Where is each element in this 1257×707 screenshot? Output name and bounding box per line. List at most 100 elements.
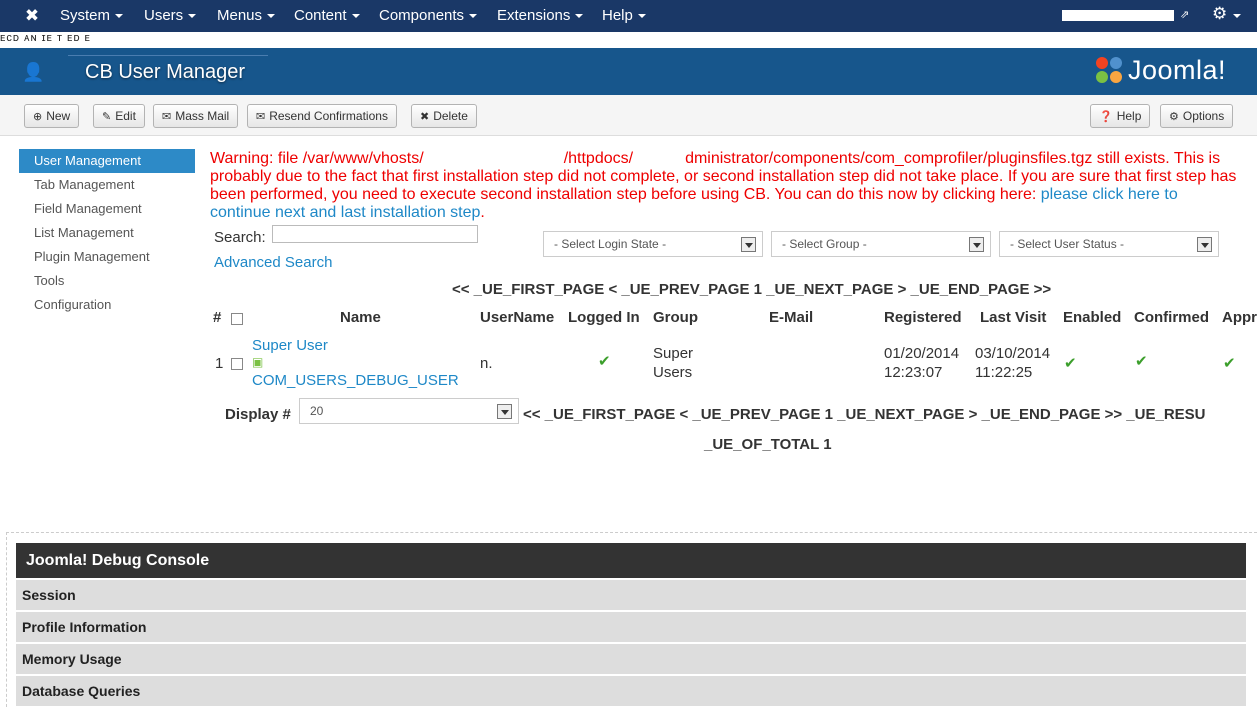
edit-button-label: Edit [115, 109, 136, 123]
column-header-group[interactable]: Group [653, 309, 698, 326]
total-count: _UE_OF_TOTAL 1 [704, 436, 832, 453]
debug-section-session[interactable]: Session [16, 580, 1246, 610]
joomla-logo-icon[interactable]: ✖ [22, 6, 42, 26]
status-subbar: ᴇᴄᴅ ᴀɴ ɪᴇ ᴛ ᴇᴅ ᴇ [0, 32, 1257, 48]
column-header-registered[interactable]: Registered [884, 309, 962, 326]
login-state-select[interactable]: - Select Login State - [543, 231, 763, 257]
chevron-down-icon [1233, 14, 1241, 18]
user-status-select[interactable]: - Select User Status - [999, 231, 1219, 257]
registered-time: 12:23:07 [884, 364, 943, 381]
column-header-email[interactable]: E-Mail [769, 309, 813, 326]
column-header-name[interactable]: Name [340, 309, 381, 326]
debug-section-memory[interactable]: Memory Usage [16, 644, 1246, 674]
column-header-last-visit[interactable]: Last Visit [980, 309, 1046, 326]
debug-user-link[interactable]: COM_USERS_DEBUG_USER [252, 371, 459, 390]
warning-message: Warning: file /var/www/vhosts/ /httpdocs/… [210, 150, 1240, 222]
options-label: Options [1182, 109, 1225, 123]
group-value-line2: Users [653, 364, 693, 381]
column-header-enabled[interactable]: Enabled [1063, 309, 1121, 326]
approved-check-icon[interactable]: ✔ [1223, 354, 1236, 372]
chevron-down-icon [1197, 237, 1212, 252]
search-input[interactable] [272, 225, 478, 243]
display-count-select[interactable]: 20 [299, 398, 519, 424]
select-all-checkbox[interactable] [231, 313, 243, 325]
column-header-username[interactable]: UserName [480, 309, 554, 326]
sidebar-item-tools[interactable]: Tools [19, 269, 195, 293]
sidebar-item-list-management[interactable]: List Management [19, 221, 195, 245]
debug-console-title: Joomla! Debug Console [16, 543, 1246, 578]
page-header: 👤 CB User Manager Joomla! [0, 48, 1257, 95]
joomla-mark-icon [1094, 55, 1124, 85]
mass-mail-button[interactable]: ✉ Mass Mail [153, 104, 239, 128]
logged-in-check-icon: ✔ [598, 353, 611, 370]
debug-section-profile[interactable]: Profile Information [16, 612, 1246, 642]
sidebar-item-tab-management[interactable]: Tab Management [19, 173, 195, 197]
row-checkbox[interactable] [231, 358, 243, 370]
last-visit-date: 03/10/2014 [975, 345, 1051, 362]
help-button[interactable]: ❓ Help [1090, 104, 1151, 128]
debug-section-queries[interactable]: Database Queries [16, 676, 1246, 706]
close-icon: ✖ [420, 111, 430, 123]
user-icon: 👤 [22, 62, 45, 82]
mass-mail-label: Mass Mail [175, 109, 230, 123]
menu-menus[interactable]: Menus [217, 0, 276, 32]
edit-button[interactable]: ✎ Edit [93, 104, 145, 128]
row-number: 1 [215, 355, 224, 372]
delete-label: Delete [433, 109, 468, 123]
confirmed-check-icon[interactable]: ✔ [1135, 352, 1148, 370]
menu-content[interactable]: Content [294, 0, 360, 32]
menu-extensions[interactable]: Extensions [497, 0, 584, 32]
top-navbar: ✖ System Users Menus Content Components … [0, 0, 1257, 32]
chevron-down-icon [969, 237, 984, 252]
joomla-brand: Joomla! [1094, 53, 1226, 87]
debug-user-icon[interactable]: ▣ [252, 353, 263, 372]
question-icon: ❓ [1099, 111, 1113, 123]
sidebar-item-configuration[interactable]: Configuration [19, 293, 195, 317]
menu-users[interactable]: Users [144, 0, 197, 32]
menu-components-label: Components [379, 7, 465, 24]
menu-content-label: Content [294, 7, 347, 24]
sidebar: User Management Tab Management Field Man… [19, 149, 195, 317]
menu-help-label: Help [602, 7, 633, 24]
column-header-logged-in[interactable]: Logged In [568, 309, 640, 326]
envelope-icon: ✉ [256, 111, 266, 123]
gear-icon: ⚙ [1169, 111, 1179, 123]
new-button[interactable]: ⊕ New [24, 104, 80, 128]
menu-system[interactable]: System [60, 0, 124, 32]
resend-confirmations-button[interactable]: ✉ Resend Confirmations [247, 104, 397, 128]
page-title: CB User Manager [85, 61, 246, 83]
edit-icon: ✎ [102, 111, 112, 123]
options-button[interactable]: ⚙ Options [1160, 104, 1234, 128]
delete-button[interactable]: ✖ Delete [411, 104, 477, 128]
display-count-value: 20 [310, 404, 324, 418]
login-state-value: - Select Login State - [554, 237, 667, 251]
menu-help[interactable]: Help [602, 0, 646, 32]
site-name-redacted[interactable] [1062, 10, 1174, 21]
column-header-approved[interactable]: Appr [1222, 309, 1257, 326]
new-button-label: New [46, 109, 71, 123]
warning-text-end: . [480, 204, 485, 221]
help-label: Help [1116, 109, 1142, 123]
external-link-icon[interactable]: ⇗ [1180, 8, 1189, 21]
chevron-down-icon [741, 237, 756, 252]
sidebar-item-field-management[interactable]: Field Management [19, 197, 195, 221]
sidebar-item-plugin-management[interactable]: Plugin Management [19, 245, 195, 269]
sidebar-item-user-management[interactable]: User Management [19, 149, 195, 173]
column-header-confirmed[interactable]: Confirmed [1134, 309, 1209, 326]
last-visit-time: 11:22:25 [975, 364, 1033, 381]
enabled-check-icon[interactable]: ✔ [1064, 354, 1077, 372]
pagination-top[interactable]: << _UE_FIRST_PAGE < _UE_PREV_PAGE 1 _UE_… [452, 281, 1051, 298]
menu-components[interactable]: Components [379, 0, 478, 32]
settings-gear-icon[interactable]: ⚙ [1212, 4, 1227, 24]
registered-date: 01/20/2014 [884, 345, 960, 362]
user-name-link[interactable]: Super User [252, 336, 328, 355]
warning-text-2: /httpdocs/ [563, 150, 634, 167]
pagination-bottom[interactable]: << _UE_FIRST_PAGE < _UE_PREV_PAGE 1 _UE_… [523, 406, 1206, 423]
user-status-value: - Select User Status - [1010, 237, 1125, 251]
envelope-icon: ✉ [162, 111, 172, 123]
advanced-search-link[interactable]: Advanced Search [214, 254, 332, 271]
toolbar: ⊕ New ✎ Edit ✉ Mass Mail ✉ Resend Confirmati… [0, 95, 1257, 136]
resend-label: Resend Confirmations [269, 109, 388, 123]
group-select[interactable]: - Select Group - [771, 231, 991, 257]
menu-system-label: System [60, 7, 111, 24]
